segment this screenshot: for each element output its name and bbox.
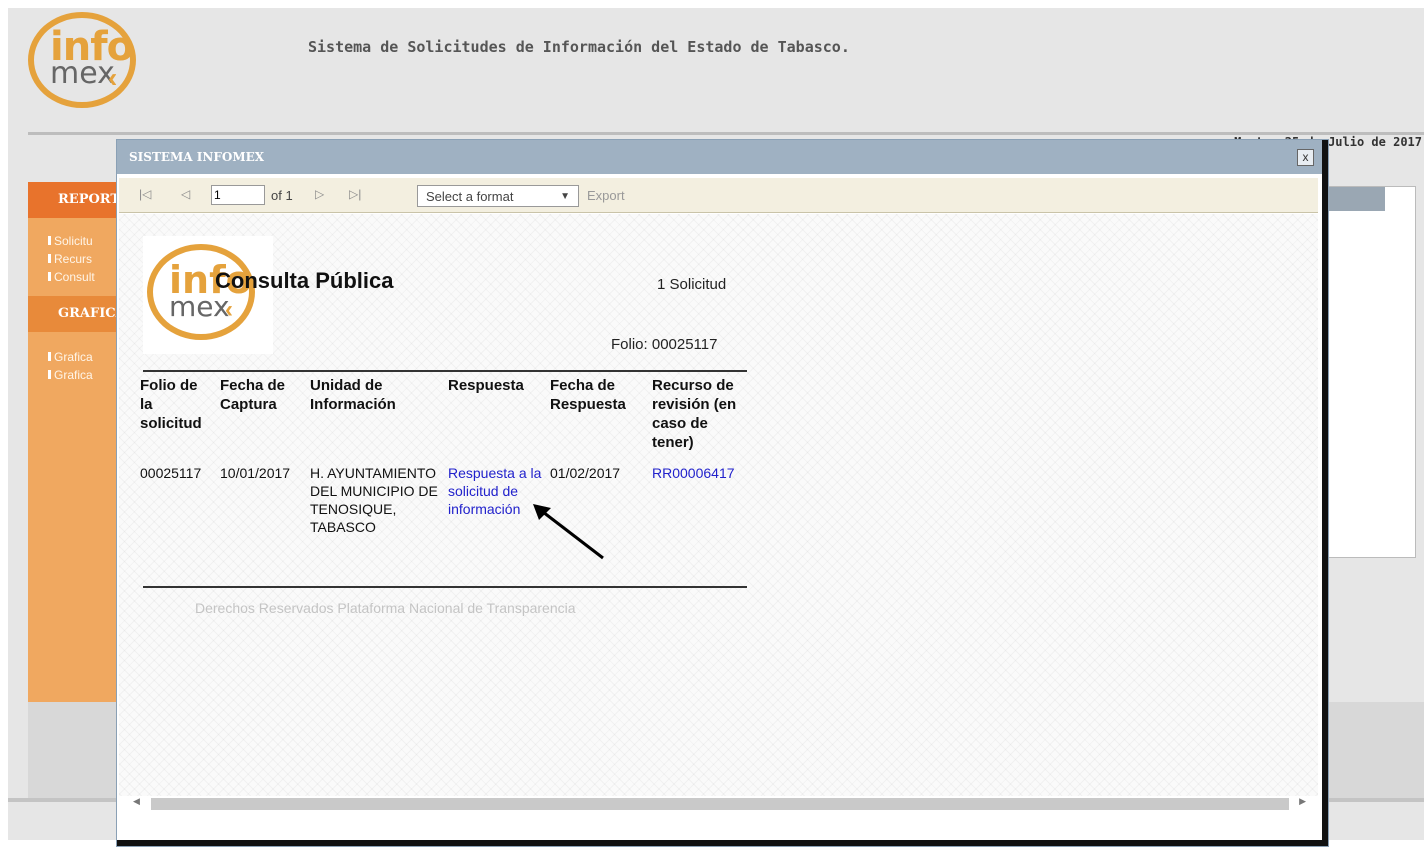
scroll-left-icon[interactable]: ◀ bbox=[133, 796, 140, 807]
export-format-select[interactable]: Select a format ▼ bbox=[417, 185, 579, 207]
column-header-unidad: Unidad de Información bbox=[310, 377, 396, 413]
cell-fecha-captura: 10/01/2017 bbox=[220, 465, 291, 481]
page-count-text: of 1 bbox=[271, 188, 293, 203]
sidebar-item-recursos[interactable]: Recurs bbox=[47, 252, 92, 266]
report-logo: info mex ‹ bbox=[143, 236, 273, 354]
table-row: 00025117 10/01/2017 H. AYUNTAMIENTO DEL … bbox=[137, 452, 755, 536]
export-link[interactable]: Export bbox=[587, 188, 625, 203]
column-header-fecha-captura: Fecha de Captura bbox=[220, 377, 286, 413]
cell-recurso: RR00006417 bbox=[649, 452, 755, 536]
modal-title-bar[interactable]: SISTEMA INFOMEX bbox=[117, 140, 1322, 174]
cell-unidad: H. AYUNTAMIENTO DEL MUNICIPIO DE TENOSIQ… bbox=[310, 465, 438, 535]
cell-folio: 00025117 bbox=[140, 465, 202, 481]
export-format-value: Select a format bbox=[426, 189, 514, 204]
chevron-down-icon: ▼ bbox=[560, 191, 570, 202]
last-page-icon[interactable]: ▷| bbox=[349, 187, 361, 201]
report-toolbar: |◁ ◁ of 1 ▷ ▷| Select a format ▼ Export bbox=[119, 178, 1318, 213]
sidebar-item-grafica-1[interactable]: Grafica bbox=[48, 350, 93, 364]
scroll-right-icon[interactable]: ▶ bbox=[1299, 796, 1306, 807]
column-header-recurso: Recurso de revisión (en caso de tener) bbox=[652, 377, 737, 451]
previous-page-icon[interactable]: ◁ bbox=[181, 187, 190, 201]
solicitud-count: 1 Solicitud bbox=[657, 276, 727, 293]
report-divider-top bbox=[143, 370, 747, 372]
annotation-arrow-icon bbox=[533, 504, 604, 560]
recurso-link[interactable]: RR00006417 bbox=[652, 465, 735, 481]
report-table: Folio de la solicitud Fecha de Captura U… bbox=[137, 376, 755, 536]
page-number-input[interactable] bbox=[211, 185, 265, 205]
scrollbar-thumb[interactable] bbox=[151, 798, 1289, 810]
header-divider bbox=[28, 132, 1424, 135]
logo-mex-text: mex bbox=[50, 56, 115, 91]
column-header-respuesta: Respuesta bbox=[448, 377, 524, 394]
report-divider-bottom bbox=[143, 586, 747, 588]
logo-arrow-icon: ‹ bbox=[108, 62, 118, 93]
sidebar-item-solicitudes[interactable]: Solicitu bbox=[48, 234, 93, 248]
report-footer: Derechos Reservados Plataforma Nacional … bbox=[195, 600, 576, 616]
background-panel bbox=[1318, 186, 1416, 558]
report-logo-arrow-icon: ‹ bbox=[225, 296, 233, 323]
modal-title: SISTEMA INFOMEX bbox=[129, 150, 265, 164]
background-panel-bar bbox=[1319, 187, 1385, 211]
column-header-fecha-respuesta: Fecha de Respuesta bbox=[550, 377, 626, 413]
report-logo-mex-text: mex bbox=[169, 290, 230, 323]
report-viewer: info mex ‹ Consulta Pública 1 Solicitud … bbox=[119, 214, 1318, 804]
close-icon[interactable]: x bbox=[1297, 149, 1314, 166]
first-page-icon[interactable]: |◁ bbox=[139, 187, 151, 201]
report-modal: SISTEMA INFOMEX x |◁ ◁ of 1 ▷ ▷| Select … bbox=[117, 140, 1328, 846]
site-title: Sistema de Solicitudes de Información de… bbox=[308, 38, 850, 56]
folio-label: Folio: 00025117 bbox=[611, 336, 718, 353]
horizontal-scrollbar[interactable]: ◀ ▶ bbox=[119, 796, 1318, 812]
table-header-row: Folio de la solicitud Fecha de Captura U… bbox=[137, 376, 755, 452]
report-title: Consulta Pública bbox=[215, 268, 394, 293]
column-header-folio: Folio de la solicitud bbox=[140, 377, 202, 432]
sidebar-item-grafica-2[interactable]: Grafica bbox=[48, 368, 93, 382]
next-page-icon[interactable]: ▷ bbox=[315, 187, 324, 201]
sidebar-item-consulta[interactable]: Consult bbox=[48, 270, 95, 284]
respuesta-link[interactable]: Respuesta a la solicitud de información bbox=[448, 465, 541, 517]
infomex-logo: info mex ‹ bbox=[28, 12, 148, 120]
